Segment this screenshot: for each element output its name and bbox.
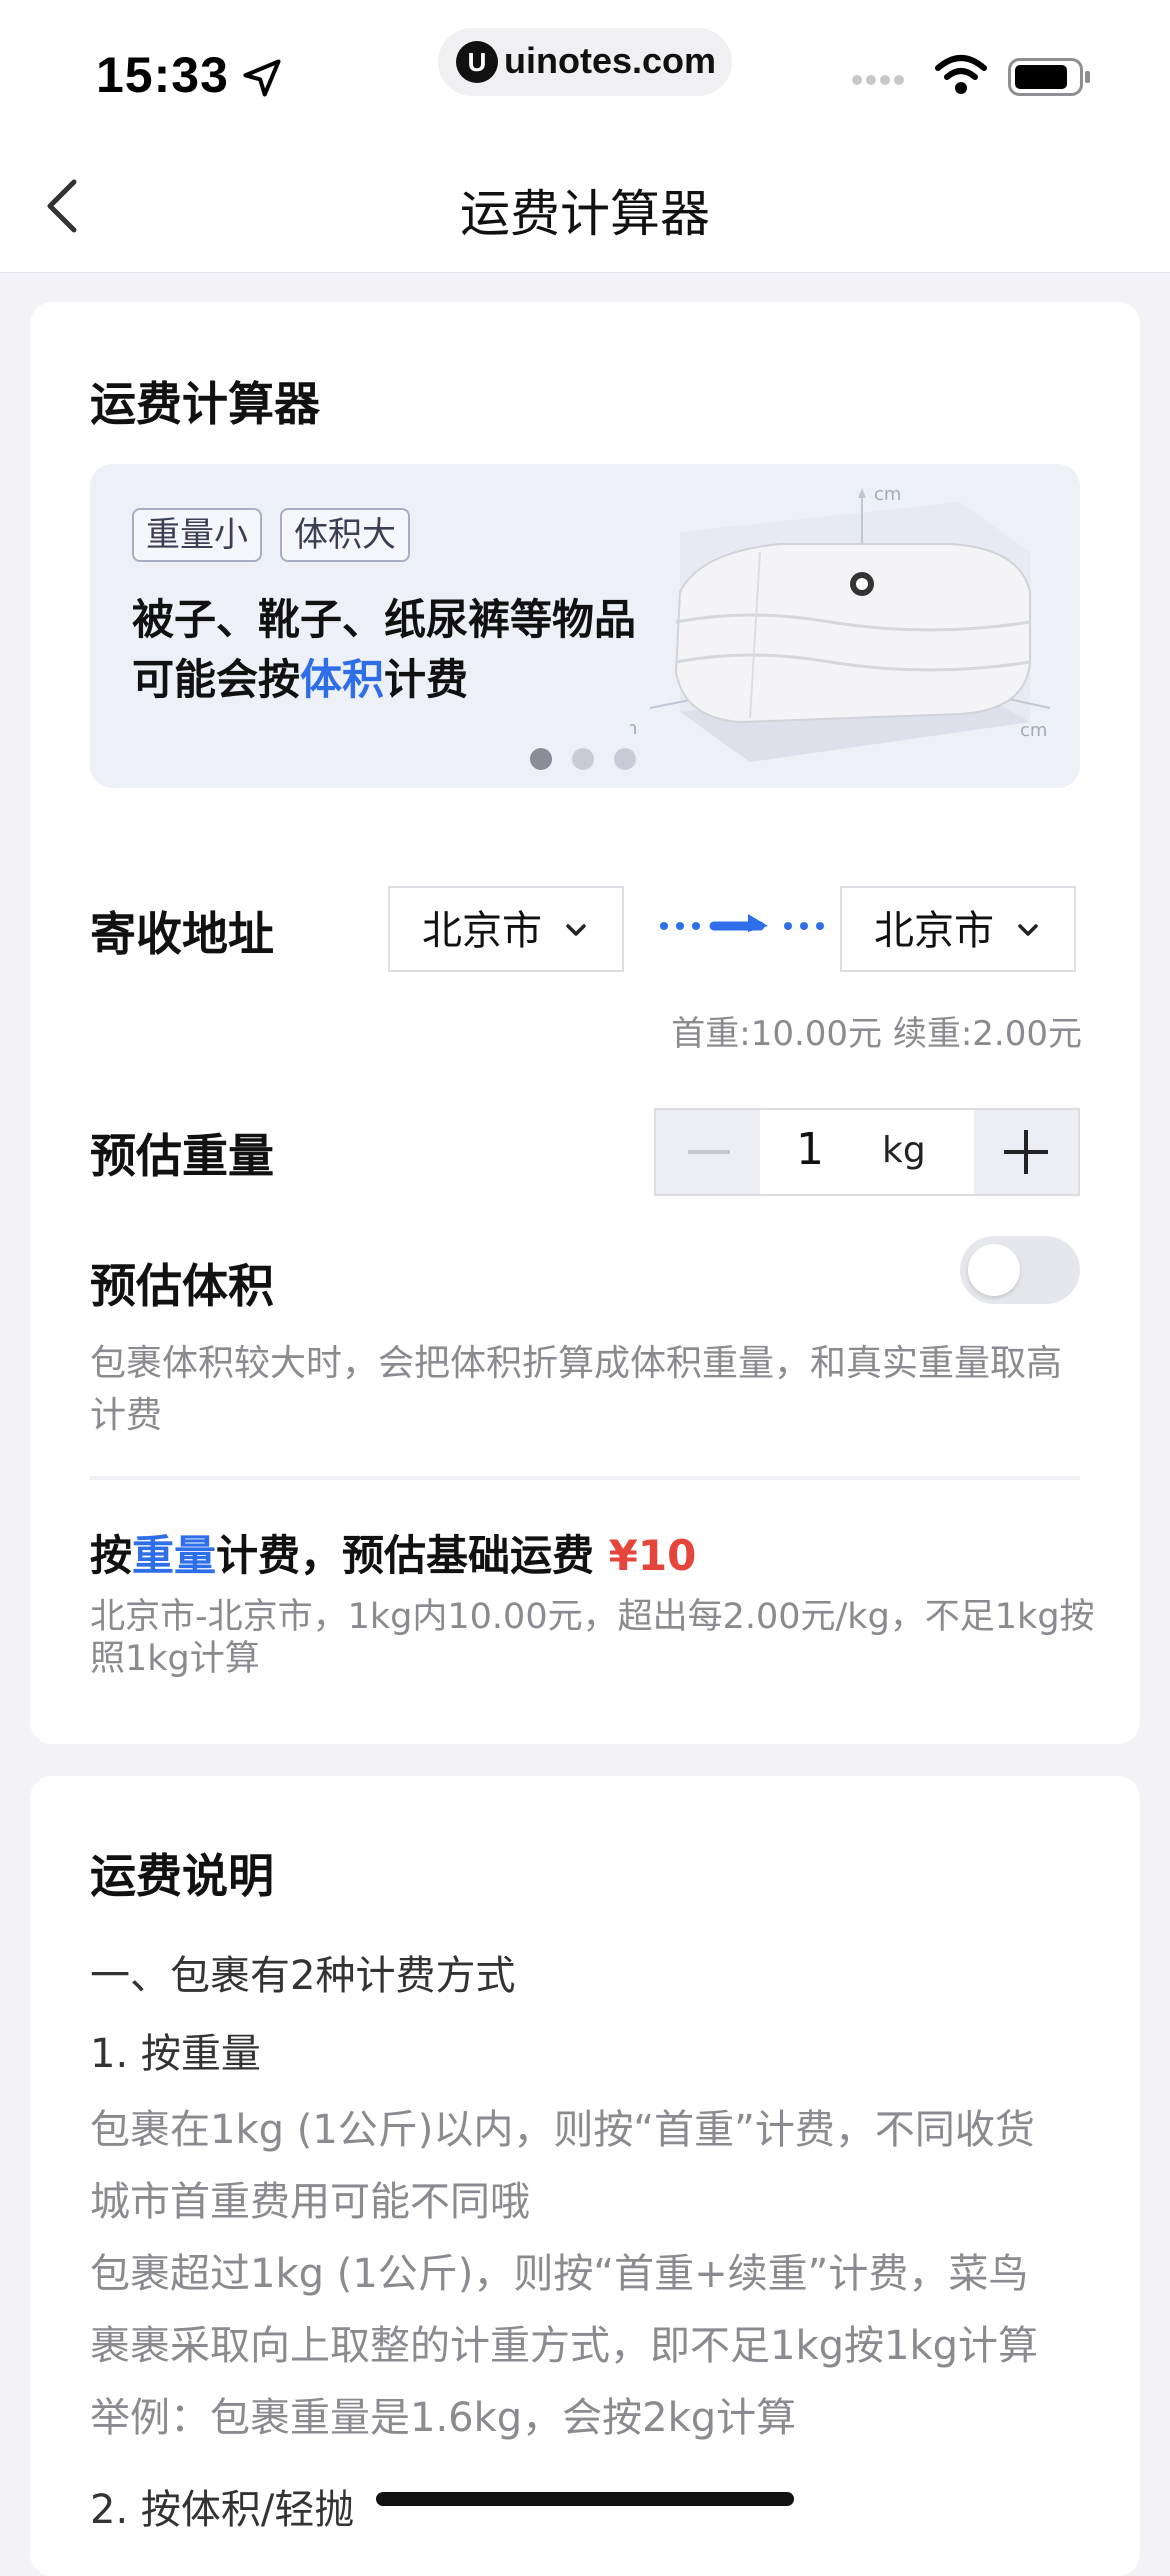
explanation-card: 运费说明 一、包裹有2种计费方式 1. 按重量 包裹在1kg (1公斤)以内，则… <box>30 1776 1140 2576</box>
explanation-line: 一、包裹有2种计费方式 <box>90 1953 516 1999</box>
svg-text:cm: cm <box>1020 720 1047 741</box>
explanation-title: 运费说明 <box>90 1849 274 1903</box>
increase-weight-button[interactable] <box>974 1110 1078 1194</box>
location-arrow-icon <box>243 59 281 97</box>
wifi-icon <box>935 55 987 94</box>
explanation-line: 包裹在1kg (1公斤)以内，则按“首重”计费，不同收货 <box>90 2107 1035 2153</box>
explanation-line: 包裹超过1kg (1公斤)，则按“首重+续重”计费，菜鸟 <box>90 2251 1029 2297</box>
weight-stepper: 1 kg <box>654 1108 1080 1196</box>
estimate-description: 北京市-北京市，1kg内10.00元，超出每2.00元/kg，不足1kg按照1k… <box>90 1597 1095 1679</box>
explanation-line: 2. 按体积/轻抛 <box>90 2487 355 2533</box>
svg-text:cm: cm <box>630 718 637 739</box>
tag-large-volume: 体积大 <box>280 508 410 562</box>
volume-label: 预估体积 <box>90 1259 274 1313</box>
from-city-select[interactable]: 北京市 <box>388 886 624 972</box>
estimated-price: ¥10 <box>608 1531 697 1580</box>
banner-line-1: 被子、靴子、纸尿裤等物品 <box>132 595 637 644</box>
billing-mode: 重量 <box>132 1531 217 1580</box>
status-time: 15:33 <box>96 47 229 103</box>
from-city-value: 北京市 <box>422 908 542 954</box>
address-label: 寄收地址 <box>90 907 274 961</box>
to-city-value: 北京市 <box>874 908 994 954</box>
carousel-dot[interactable] <box>530 748 552 770</box>
url-text: uinotes.com <box>504 40 717 81</box>
volume-description: 包裹体积较大时，会把体积折算成体积重量，和真实重量取高计费 <box>90 1343 1063 1436</box>
carousel-dot[interactable] <box>614 748 636 770</box>
calculator-title: 运费计算器 <box>90 377 320 431</box>
weight-unit: kg <box>882 1130 926 1171</box>
chevron-down-icon <box>566 924 586 936</box>
explanation-line: 举例：包裹重量是1.6kg，会按2kg计算 <box>90 2395 797 2441</box>
fee-note: 首重:10.00元 续重:2.00元 <box>671 1014 1082 1054</box>
tag-light-weight: 重量小 <box>132 508 262 562</box>
route-arrow-icon <box>660 914 824 932</box>
cellular-signal-icon <box>852 70 908 89</box>
volume-toggle[interactable] <box>960 1236 1080 1304</box>
quilt-box-illustration: cm cm cm <box>630 484 1051 762</box>
battery-icon <box>1008 58 1090 96</box>
weight-label: 预估重量 <box>90 1129 274 1183</box>
explanation-line: 城市首重费用可能不同哦 <box>90 2179 530 2225</box>
explanation-line: 1. 按重量 <box>90 2031 261 2077</box>
svg-text:cm: cm <box>874 484 901 505</box>
banner-line-2: 可能会按体积计费 <box>132 655 469 704</box>
promo-banner[interactable]: 重量小 体积大 被子、靴子、纸尿裤等物品 可能会按体积计费 cm cm cm <box>90 464 1080 788</box>
decrease-weight-button[interactable] <box>656 1110 760 1194</box>
calculator-card: 运费计算器 重量小 体积大 被子、靴子、纸尿裤等物品 可能会按体积计费 cm c… <box>30 302 1140 1744</box>
banner-highlight: 体积 <box>300 655 385 704</box>
estimate-summary: 按重量计费，预估基础运费 ¥10 <box>90 1531 697 1580</box>
weight-value[interactable]: 1 <box>796 1124 824 1175</box>
chevron-down-icon <box>1018 924 1038 936</box>
home-indicator[interactable] <box>376 2492 794 2506</box>
top-bar: 15:33 U uinotes.com 运费计算器 <box>0 0 1170 273</box>
divider <box>90 1476 1080 1480</box>
toggle-knob <box>968 1244 1020 1296</box>
url-pill[interactable]: U uinotes.com <box>438 28 732 96</box>
explanation-line: 裹裹采取向上取整的计重方式，即不足1kg按1kg计算 <box>90 2323 1039 2369</box>
carousel-indicator[interactable] <box>530 748 656 774</box>
page-title: 运费计算器 <box>460 185 710 243</box>
carousel-dot[interactable] <box>572 748 594 770</box>
minus-icon <box>688 1150 730 1154</box>
to-city-select[interactable]: 北京市 <box>840 886 1076 972</box>
site-logo-icon: U <box>456 41 498 83</box>
